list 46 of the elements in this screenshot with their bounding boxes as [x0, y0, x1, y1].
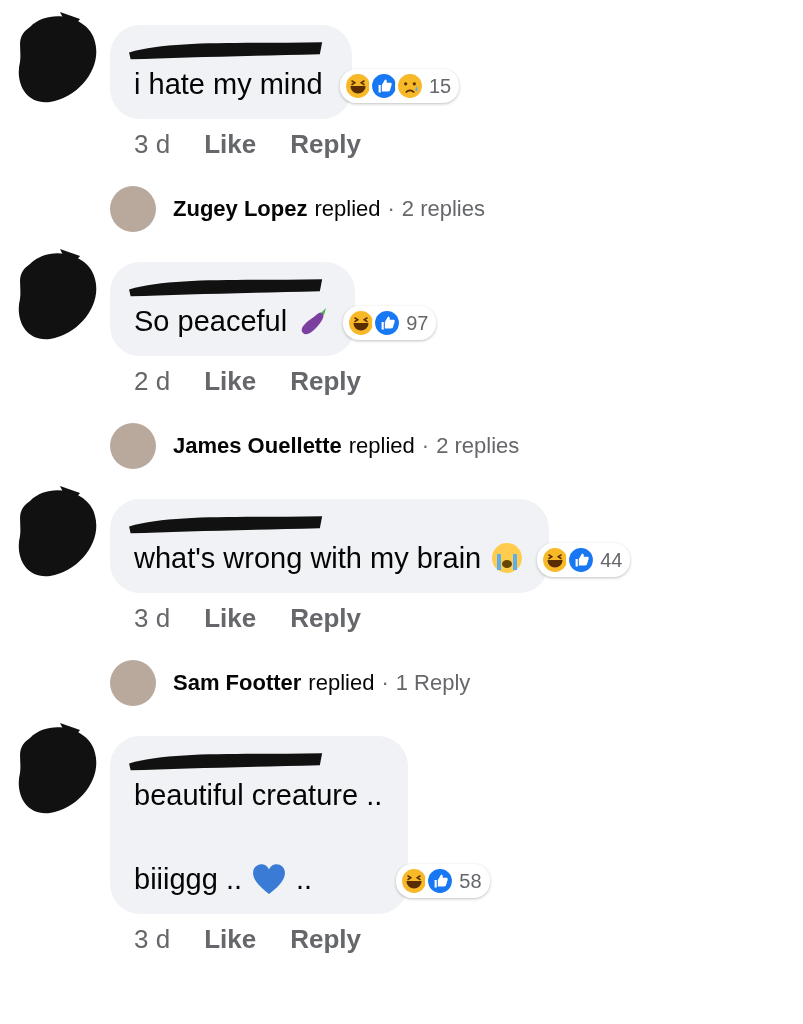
avatar-placeholder — [110, 186, 156, 232]
laughing-face-icon — [343, 71, 373, 101]
sad-face-icon — [395, 71, 425, 101]
reaction-badge[interactable]: 58 — [396, 864, 490, 898]
replies-link[interactable]: 2 replies — [436, 433, 520, 459]
reply-link[interactable]: Reply — [290, 366, 361, 397]
replier-name[interactable]: Sam Footter — [173, 670, 302, 696]
comment-text: So peaceful — [134, 304, 288, 339]
separator-dot: · — [381, 670, 389, 696]
like-link[interactable]: Like — [204, 603, 257, 634]
comment-time: 3 d — [134, 924, 171, 955]
like-link[interactable]: Like — [204, 924, 257, 955]
reaction-badge[interactable]: 97 — [343, 306, 437, 340]
reaction-badge[interactable]: 15 — [340, 69, 460, 103]
comment-text: beautiful creature .. — [134, 778, 383, 813]
separator-dot: · — [387, 196, 395, 222]
reaction-count: 97 — [406, 311, 429, 335]
reply-link[interactable]: Reply — [290, 129, 361, 160]
heart-icon — [252, 863, 286, 895]
replied-label: replied — [348, 433, 415, 459]
comment-time: 3 d — [134, 129, 171, 160]
replies-link[interactable]: 2 replies — [401, 196, 485, 222]
replier-name[interactable]: Zugey Lopez — [173, 196, 308, 222]
replied-label: replied — [308, 670, 375, 696]
avatar-placeholder — [110, 423, 156, 469]
reaction-badge[interactable]: 44 — [537, 543, 631, 577]
reply-link[interactable]: Reply — [290, 924, 361, 955]
comment-time: 3 d — [134, 603, 171, 634]
reaction-count: 58 — [459, 869, 482, 893]
reply-link[interactable]: Reply — [290, 603, 361, 634]
reaction-count: 44 — [600, 548, 623, 572]
replied-label: replied — [314, 196, 381, 222]
comment-text: biiiggg .. — [134, 862, 242, 897]
separator-dot: · — [421, 433, 430, 459]
crying-face-icon — [491, 542, 524, 574]
avatar-placeholder — [110, 660, 156, 706]
like-link[interactable]: Like — [204, 129, 257, 160]
reaction-count: 15 — [429, 74, 452, 98]
thumbs-up-icon — [369, 71, 399, 101]
like-link[interactable]: Like — [204, 366, 257, 397]
comment-text: what's wrong with my brain — [134, 541, 482, 576]
comment-time: 2 d — [134, 366, 171, 397]
replier-name[interactable]: James Ouellette — [173, 433, 342, 459]
comment-text: .. — [296, 862, 313, 897]
replies-link[interactable]: 1 Reply — [395, 670, 471, 696]
comment-text: i hate my mind — [134, 67, 323, 102]
